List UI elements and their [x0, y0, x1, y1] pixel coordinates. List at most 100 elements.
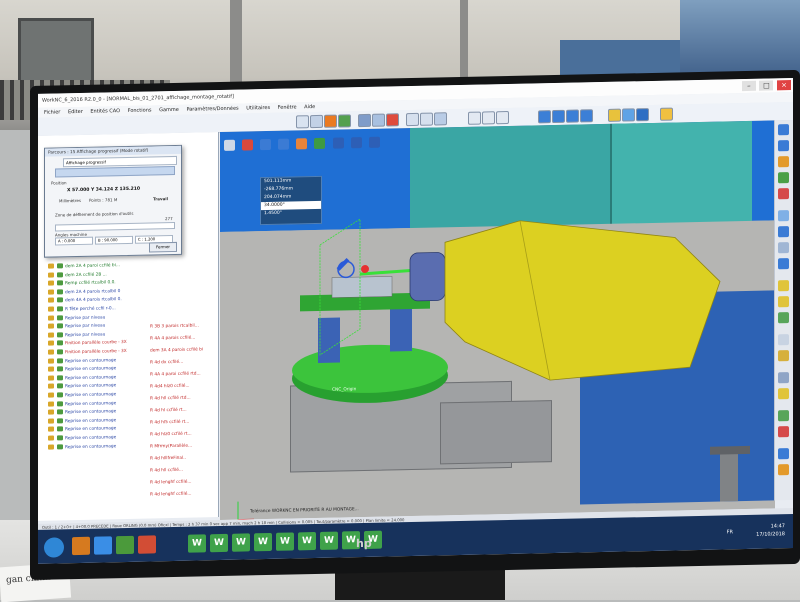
- tool-icon[interactable]: [324, 115, 337, 128]
- worknc-taskbar-app[interactable]: W: [210, 534, 228, 552]
- close-dialog-button[interactable]: Fermer: [149, 242, 177, 253]
- tool-icon[interactable]: [778, 426, 789, 437]
- language-indicator[interactable]: FR: [727, 529, 733, 535]
- tool-icon[interactable]: [778, 334, 789, 345]
- tool-icon[interactable]: [778, 242, 789, 253]
- tool-icon[interactable]: [608, 109, 621, 122]
- position-slider[interactable]: [55, 222, 175, 232]
- tree-row[interactable]: dem 3A 4 parois ccfilé bi: [150, 346, 203, 355]
- tool-icon[interactable]: [496, 111, 509, 124]
- tree-row[interactable]: R Tête perché ccfil r-0...: [48, 305, 116, 314]
- worknc-taskbar-app[interactable]: W: [276, 532, 294, 550]
- angle-b-field[interactable]: B : 90.000: [95, 236, 133, 245]
- worknc-taskbar-app[interactable]: W: [254, 533, 272, 551]
- maximize-button[interactable]: □: [759, 80, 773, 90]
- menu-aide[interactable]: Aide: [304, 104, 315, 110]
- tool-icon[interactable]: [778, 312, 789, 323]
- tree-row[interactable]: R 4d dx ccfilé...: [150, 359, 183, 368]
- tool-icon[interactable]: [580, 109, 593, 122]
- system-clock[interactable]: 14:47 17/10/2018: [756, 522, 785, 539]
- view-icon[interactable]: [260, 139, 271, 150]
- tool-icon[interactable]: [778, 350, 789, 361]
- tree-row[interactable]: R 4d hl ccfilé rt...: [150, 407, 187, 416]
- view-icon[interactable]: [242, 139, 253, 150]
- tool-icon[interactable]: [778, 280, 789, 291]
- tool-icon[interactable]: [778, 188, 789, 199]
- tool-icon[interactable]: [358, 114, 371, 127]
- menu-entites-cao[interactable]: Entités CAO: [90, 108, 120, 115]
- tool-icon[interactable]: [778, 258, 789, 269]
- tree-row[interactable]: R 3B 3 parois rtcalbil...: [150, 322, 199, 331]
- view-icon[interactable]: [314, 138, 325, 149]
- tool-icon[interactable]: [310, 115, 323, 128]
- 3d-viewport[interactable]: 501.113mm -268.776mm 204.074mm 34.0000° …: [220, 120, 775, 520]
- tool-icon[interactable]: [778, 388, 789, 399]
- tree-row[interactable]: R 4d4 hlz0 ccfilé...: [150, 383, 190, 392]
- menu-fonctions[interactable]: Fonctions: [128, 107, 152, 113]
- tree-row[interactable]: R Mfrmy(Parallèle...: [150, 443, 192, 452]
- tool-icon[interactable]: [622, 108, 635, 121]
- tool-icon[interactable]: [778, 156, 789, 167]
- tool-icon[interactable]: [778, 124, 789, 135]
- view-icon[interactable]: [351, 137, 362, 148]
- view-icon[interactable]: [333, 137, 344, 148]
- tool-icon[interactable]: [420, 113, 433, 126]
- tree-row[interactable]: R 4d hl5 ccfilé rt...: [150, 419, 189, 428]
- worknc-taskbar-app[interactable]: W: [232, 533, 250, 551]
- tool-icon[interactable]: [778, 296, 789, 307]
- worknc-taskbar-app[interactable]: W: [188, 534, 206, 552]
- millimetre-label[interactable]: Millimètres: [59, 198, 81, 203]
- tool-icon[interactable]: [778, 372, 789, 383]
- tool-icon[interactable]: [778, 464, 789, 475]
- tool-icon[interactable]: [778, 410, 789, 421]
- tool-icon[interactable]: [660, 108, 673, 121]
- taskbar-app-icon[interactable]: [138, 535, 156, 553]
- taskbar-app-icon[interactable]: [116, 536, 134, 554]
- menu-fichier[interactable]: Fichier: [44, 109, 60, 115]
- tool-icon[interactable]: [468, 112, 481, 125]
- tool-icon[interactable]: [636, 108, 649, 121]
- tool-icon[interactable]: [552, 110, 565, 123]
- tool-icon[interactable]: [296, 115, 309, 128]
- taskbar-app-icon[interactable]: [94, 536, 112, 554]
- tool-icon[interactable]: [778, 448, 789, 459]
- menu-fenetre[interactable]: Fenêtre: [278, 104, 297, 110]
- playback-controls[interactable]: [55, 166, 175, 178]
- tool-icon[interactable]: [406, 113, 419, 126]
- menu-gamme[interactable]: Gamme: [159, 107, 179, 113]
- tool-icon[interactable]: [386, 113, 399, 126]
- tool-icon[interactable]: [778, 140, 789, 151]
- tree-row[interactable]: R 4d hlllfreFinal..: [150, 455, 186, 464]
- worknc-taskbar-app[interactable]: W: [298, 532, 316, 550]
- tree-row[interactable]: R 4d hll ccfilé rtd...: [150, 395, 191, 404]
- minimize-button[interactable]: –: [742, 81, 756, 91]
- tool-icon[interactable]: [778, 226, 789, 237]
- worknc-taskbar-app[interactable]: W: [320, 532, 338, 550]
- view-icon[interactable]: [224, 140, 235, 151]
- close-button[interactable]: ×: [777, 80, 791, 90]
- tree-row[interactable]: R 4d hlz0 ccfilé rt...: [150, 431, 192, 440]
- angle-a-field[interactable]: A : 0.000: [55, 237, 93, 246]
- tree-row[interactable]: Reprise en contournage: [48, 443, 116, 452]
- tool-icon[interactable]: [338, 114, 351, 127]
- tool-icon[interactable]: [778, 172, 789, 183]
- view-icon[interactable]: [369, 137, 380, 148]
- menu-parametres[interactable]: Paramètres/Données: [186, 106, 238, 113]
- tool-icon[interactable]: [538, 110, 551, 123]
- menu-utilitaires[interactable]: Utilitaires: [246, 105, 270, 111]
- tool-icon[interactable]: [482, 111, 495, 124]
- tree-row[interactable]: R 4d hll ccfilé...: [150, 467, 183, 476]
- taskbar-app-icon[interactable]: [72, 537, 90, 555]
- menu-editer[interactable]: Editer: [68, 109, 83, 115]
- tree-row[interactable]: R 4A 4 parois ccfilé...: [150, 335, 195, 344]
- tool-icon[interactable]: [778, 210, 789, 221]
- start-button[interactable]: [44, 537, 64, 557]
- tool-icon[interactable]: [566, 110, 579, 123]
- view-icon[interactable]: [278, 139, 289, 150]
- tree-row[interactable]: dem 2A 4 paroi ccfilé bi...: [48, 262, 120, 272]
- view-icon[interactable]: [296, 138, 307, 149]
- tree-row[interactable]: R 4d lenghf ccfilé...: [150, 479, 191, 488]
- tree-row[interactable]: R 4d lenghf ccfilé...: [150, 491, 191, 500]
- tool-icon[interactable]: [434, 112, 447, 125]
- tree-row[interactable]: R 4A 4 paroi ccfilé rtd...: [150, 370, 201, 379]
